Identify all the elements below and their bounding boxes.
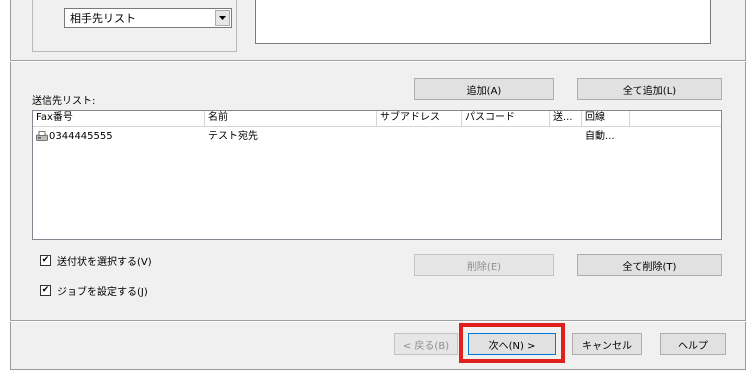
next-button-highlight bbox=[459, 323, 565, 363]
col-passcode[interactable]: パスコード bbox=[462, 111, 550, 126]
footer-divider bbox=[10, 320, 746, 322]
back-button[interactable]: < 戻る(B) bbox=[394, 333, 458, 355]
address-source-value: 相手先リスト bbox=[70, 12, 136, 25]
fax-machine-icon bbox=[36, 131, 48, 141]
col-fax-number[interactable]: Fax番号 bbox=[33, 111, 205, 126]
select-cover-checkbox[interactable]: ✔ 送付状を選択する(V) bbox=[40, 253, 152, 268]
col-line[interactable]: 回線 bbox=[582, 111, 630, 126]
col-send[interactable]: 送... bbox=[550, 111, 582, 126]
destination-list[interactable]: Fax番号 名前 サブアドレス パスコード 送... 回線 0344445555… bbox=[32, 110, 722, 240]
row-fax-number: 0344445555 bbox=[49, 131, 113, 142]
add-button[interactable]: 追加(A) bbox=[414, 78, 554, 100]
table-row[interactable]: 0344445555 テスト宛先 自動... bbox=[33, 130, 721, 144]
row-name: テスト宛先 bbox=[208, 131, 258, 142]
dest-list-label: 送信先リスト: bbox=[32, 96, 96, 107]
set-job-label: ジョブを設定する(J) bbox=[57, 287, 148, 298]
col-name[interactable]: 名前 bbox=[205, 111, 377, 126]
section-divider bbox=[10, 60, 746, 62]
row-passcode bbox=[462, 130, 550, 144]
help-button[interactable]: ヘルプ bbox=[660, 333, 726, 355]
delete-button[interactable]: 削除(E) bbox=[414, 254, 554, 276]
row-fax-cell: 0344445555 bbox=[33, 130, 205, 144]
row-line: 自動... bbox=[585, 131, 615, 142]
cancel-button[interactable]: キャンセル bbox=[572, 333, 642, 355]
row-subaddress bbox=[377, 130, 462, 144]
delete-all-button[interactable]: 全て削除(T) bbox=[577, 254, 722, 276]
list-header: Fax番号 名前 サブアドレス パスコード 送... 回線 bbox=[33, 111, 721, 127]
add-all-button[interactable]: 全て追加(L) bbox=[577, 78, 722, 100]
select-cover-label: 送付状を選択する(V) bbox=[57, 257, 152, 268]
set-job-checkbox[interactable]: ✔ ジョブを設定する(J) bbox=[40, 283, 148, 298]
address-source-list[interactable] bbox=[255, 0, 711, 44]
chevron-down-icon[interactable] bbox=[215, 10, 230, 26]
checkmark-icon[interactable]: ✔ bbox=[40, 255, 51, 266]
address-source-combo[interactable]: 相手先リスト bbox=[64, 8, 232, 28]
row-send bbox=[550, 130, 582, 144]
checkmark-icon[interactable]: ✔ bbox=[40, 285, 51, 296]
col-subaddress[interactable]: サブアドレス bbox=[377, 111, 462, 126]
